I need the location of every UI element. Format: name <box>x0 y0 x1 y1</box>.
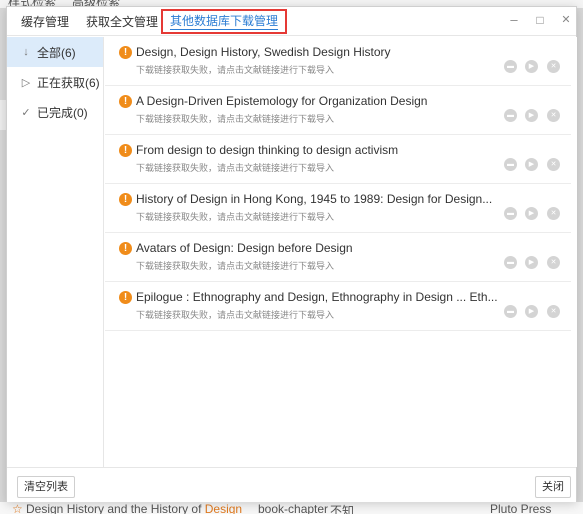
item-title[interactable]: Design, Design History, Swedish Design H… <box>136 45 391 59</box>
folder-icon[interactable] <box>504 158 517 171</box>
remove-icon[interactable] <box>547 109 560 122</box>
minimize-icon[interactable]: – <box>507 13 521 27</box>
item-status: 下载链接获取失败，请点击文献链接进行下载导入 <box>136 310 335 320</box>
remove-icon[interactable] <box>547 256 560 269</box>
list-item: ! Design, Design History, Swedish Design… <box>105 37 571 86</box>
sidebar-item-in-progress[interactable]: ▷ 正在获取(6) <box>7 67 103 97</box>
play-outline-icon: ▷ <box>21 76 31 89</box>
list-item: ! Avatars of Design: Design before Desig… <box>105 233 571 282</box>
background-result-unknown: 不知 <box>330 504 355 514</box>
tab-bar: 缓存管理 获取全文管理 其他数据库下载管理 – □ ✕ <box>7 7 576 36</box>
play-icon[interactable] <box>525 158 538 171</box>
folder-icon[interactable] <box>504 305 517 318</box>
folder-icon[interactable] <box>504 256 517 269</box>
warning-icon: ! <box>119 242 132 255</box>
play-icon[interactable] <box>525 256 538 269</box>
play-icon[interactable] <box>525 109 538 122</box>
sidebar-item-completed[interactable]: ✓ 已完成(0) <box>7 97 103 127</box>
dialog-footer: 清空列表 关闭 <box>7 467 576 502</box>
remove-icon[interactable] <box>547 207 560 220</box>
filter-sidebar: ↓ 全部(6) ▷ 正在获取(6) ✓ 已完成(0) <box>7 37 104 467</box>
item-status: 下载链接获取失败，请点击文献链接进行下载导入 <box>136 261 335 271</box>
item-status: 下载链接获取失败，请点击文献链接进行下载导入 <box>136 163 335 173</box>
remove-icon[interactable] <box>547 60 560 73</box>
folder-icon[interactable] <box>504 60 517 73</box>
maximize-icon[interactable]: □ <box>533 13 547 27</box>
item-status: 下载链接获取失败，请点击文献链接进行下载导入 <box>136 65 335 75</box>
remove-icon[interactable] <box>547 305 560 318</box>
background-result-title: Design History and the History of Design <box>26 502 243 514</box>
play-icon[interactable] <box>525 60 538 73</box>
play-icon[interactable] <box>525 305 538 318</box>
list-item: ! Epilogue : Ethnography and Design, Eth… <box>105 282 571 331</box>
close-button[interactable]: 关闭 <box>535 476 571 498</box>
play-icon[interactable] <box>525 207 538 220</box>
item-title[interactable]: Epilogue : Ethnography and Design, Ethno… <box>136 290 498 304</box>
close-icon[interactable]: ✕ <box>559 13 573 27</box>
clear-list-button[interactable]: 清空列表 <box>17 476 75 498</box>
tab-fulltext-management[interactable]: 获取全文管理 <box>86 13 158 30</box>
star-icon: ☆ <box>12 502 23 514</box>
warning-icon: ! <box>119 46 132 59</box>
list-item: ! History of Design in Hong Kong, 1945 t… <box>105 184 571 233</box>
list-item: ! A Design-Driven Epistemology for Organ… <box>105 86 571 135</box>
sidebar-item-all[interactable]: ↓ 全部(6) <box>7 37 103 67</box>
item-title[interactable]: A Design-Driven Epistemology for Organiz… <box>136 94 427 108</box>
item-status: 下载链接获取失败，请点击文献链接进行下载导入 <box>136 114 335 124</box>
item-title[interactable]: From design to design thinking to design… <box>136 143 398 157</box>
download-list: ! Design, Design History, Swedish Design… <box>105 37 577 467</box>
item-status: 下载链接获取失败，请点击文献链接进行下载导入 <box>136 212 335 222</box>
background-result-row: ☆ Design History and the History of Desi… <box>0 502 583 514</box>
folder-icon[interactable] <box>504 207 517 220</box>
sidebar-item-label: 已完成(0) <box>37 105 88 120</box>
background-result-type: book-chapter <box>258 502 329 514</box>
list-item: ! From design to design thinking to desi… <box>105 135 571 184</box>
checkmark-icon: ✓ <box>21 106 31 119</box>
background-result-publisher: Pluto Press <box>490 502 552 514</box>
warning-icon: ! <box>119 95 132 108</box>
download-manager-dialog: 缓存管理 获取全文管理 其他数据库下载管理 – □ ✕ ↓ 全部(6) ▷ 正在… <box>6 6 577 502</box>
sidebar-item-label: 正在获取(6) <box>37 75 100 90</box>
sidebar-item-label: 全部(6) <box>37 45 76 60</box>
remove-icon[interactable] <box>547 158 560 171</box>
item-title[interactable]: Avatars of Design: Design before Design <box>136 241 353 255</box>
warning-icon: ! <box>119 193 132 206</box>
item-title[interactable]: History of Design in Hong Kong, 1945 to … <box>136 192 492 206</box>
tab-other-database-downloads[interactable]: 其他数据库下载管理 <box>161 9 288 34</box>
tab-cache-management[interactable]: 缓存管理 <box>21 13 69 30</box>
warning-icon: ! <box>119 144 132 157</box>
warning-icon: ! <box>119 291 132 304</box>
folder-icon[interactable] <box>504 109 517 122</box>
download-arrow-icon: ↓ <box>23 46 29 58</box>
